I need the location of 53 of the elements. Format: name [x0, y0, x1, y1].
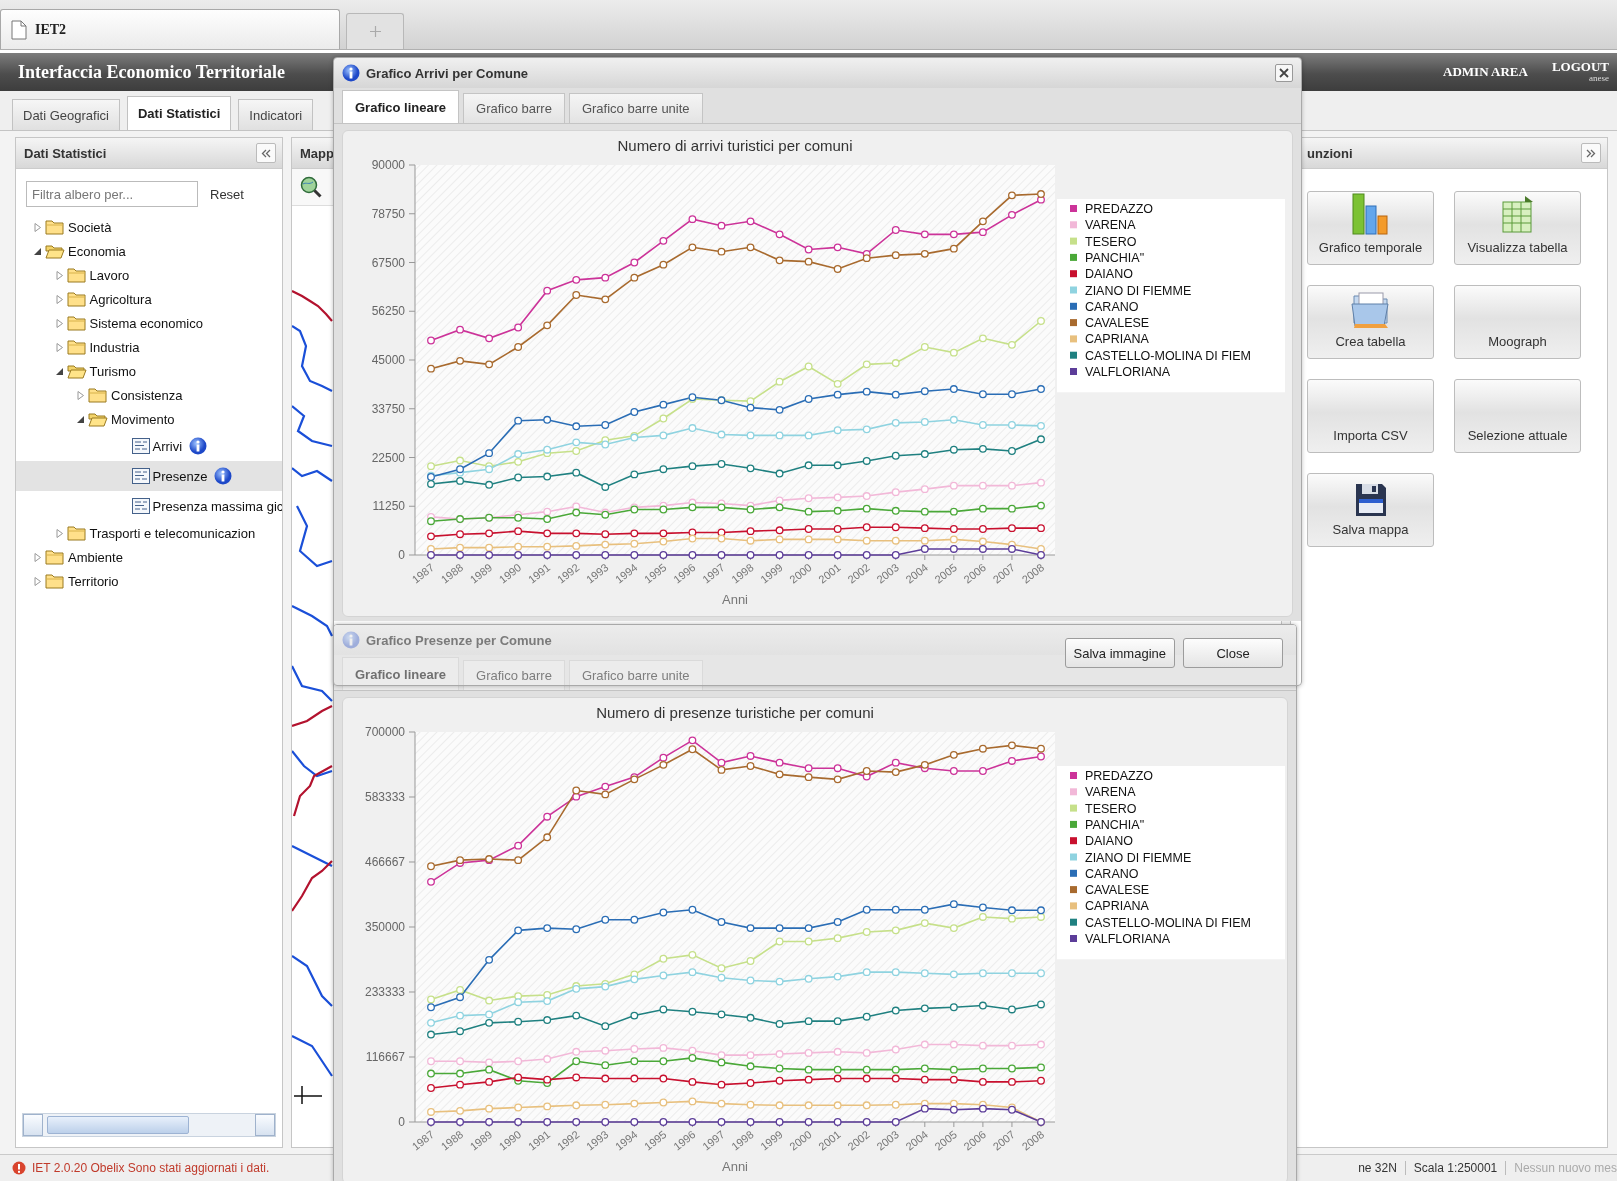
legend-label: CARANO: [1085, 866, 1139, 881]
legend-label: ZIANO DI FIEMME: [1085, 850, 1192, 865]
panel-title: Mapp: [300, 145, 334, 161]
legend-label: PREDAZZO: [1085, 769, 1154, 783]
axis-tick-label: 116667: [365, 1050, 405, 1064]
panel-title: unzioni: [1307, 145, 1353, 161]
dialog-title: Grafico Arrivi per Comune: [366, 65, 529, 81]
axis-tick-label: 466667: [364, 855, 405, 869]
legend-label: VARENA: [1085, 785, 1136, 800]
app-title: Interfaccia Economico Territoriale: [18, 61, 285, 83]
axis-tick-label: 78750: [371, 206, 405, 221]
chart-title: Numero di presenze turistiche per comuni: [596, 704, 874, 721]
axis-tick-label: 0: [398, 1115, 405, 1129]
status-message: IET 2.0.20 Obelix Sono stati aggiornati i dati.: [32, 1161, 270, 1175]
legend-label: VARENA: [1085, 218, 1136, 233]
user-name: anese: [1589, 74, 1609, 84]
legend-label: CAVALESE: [1085, 316, 1150, 331]
legend-label: CASTELLO-MOLINA DI FIEM: [1085, 915, 1251, 930]
scale-label: Scala 1:250001: [1404, 1161, 1506, 1175]
legend-label: PANCHIA": [1085, 250, 1145, 265]
axis-tick-label: 22500: [371, 450, 405, 465]
legend-label: CAPRIANA: [1085, 899, 1149, 914]
panel-title: Dati Statistici: [24, 145, 107, 161]
legend-label: DAIANO: [1085, 834, 1133, 849]
axis-tick-label: 33750: [371, 401, 405, 416]
legend-label: CAPRIANA: [1085, 332, 1149, 347]
axis-tick-label: 350000: [364, 920, 405, 934]
legend-label: VALFLORIANA: [1085, 365, 1171, 379]
axis-title: Anni: [722, 592, 748, 607]
legend-label: CAVALESE: [1085, 883, 1150, 898]
legend-label: CASTELLO-MOLINA DI FIEM: [1085, 348, 1251, 363]
legend-label: CARANO: [1085, 299, 1139, 314]
axis-tick-label: 45000: [371, 353, 405, 367]
axis-tick-label: 67500: [371, 255, 405, 270]
legend-label: DAIANO: [1085, 267, 1133, 282]
chart-title: Numero di arrivi turistici per comuni: [617, 137, 853, 154]
legend-label: VALFLORIANA: [1085, 932, 1171, 946]
axis-tick-label: 90000: [371, 158, 405, 172]
axis-title: Anni: [722, 1159, 748, 1174]
axis-tick-label: 583333: [364, 790, 405, 804]
axis-tick-label: 11250: [372, 499, 405, 514]
notification-label: Nessun nuovo mes: [1505, 1161, 1617, 1175]
legend-label: PREDAZZO: [1085, 202, 1154, 216]
legend-label: TESERO: [1085, 234, 1137, 249]
axis-tick-label: 0: [398, 548, 405, 562]
legend-label: PANCHIA": [1085, 817, 1145, 832]
legend-label: TESERO: [1085, 801, 1137, 816]
axis-tick-label: 233333: [364, 985, 405, 999]
axis-tick-label: 700000: [364, 725, 405, 739]
dialog-title: Grafico Presenze per Comune: [366, 632, 552, 648]
axis-tick-label: 56250: [371, 304, 405, 319]
legend-label: ZIANO DI FIEMME: [1085, 283, 1192, 298]
projection-label: ne 32N: [1357, 1161, 1398, 1175]
